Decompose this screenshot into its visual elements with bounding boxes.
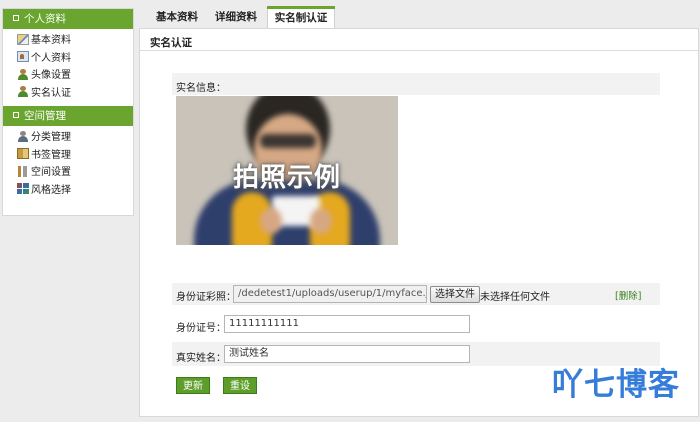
photo-hand-left: [260, 208, 282, 234]
real-name-input[interactable]: 测试姓名: [224, 345, 470, 363]
palette-icon: [17, 183, 29, 194]
sidebar-item-avatar[interactable]: 头像设置: [3, 67, 133, 85]
sidebar-item-label: 基本资料: [31, 35, 71, 46]
photo-glasses: [260, 134, 316, 148]
real-name-info-label: 实名信息：: [176, 83, 226, 94]
sidebar-item-label: 头像设置: [31, 70, 71, 81]
panel-title: 实名认证: [150, 37, 192, 49]
section-bullet-icon: [13, 15, 19, 21]
sidebar-list-space: 分类管理 书签管理 空间设置 风格选择: [3, 126, 133, 203]
user-verify-icon: [17, 86, 29, 97]
id-photo-label: 身份证彩照：: [176, 292, 236, 303]
id-card-icon: [17, 51, 29, 62]
sidebar-item-label: 书签管理: [31, 149, 71, 161]
sidebar-item-label: 风格选择: [31, 184, 71, 196]
sidebar-item-category[interactable]: 分类管理: [3, 129, 133, 147]
photo-caption: 拍照示例: [232, 163, 341, 193]
sidebar-item-label: 空间设置: [31, 167, 71, 178]
id-number-label: 身份证号：: [176, 323, 226, 334]
sidebar-item-verification[interactable]: 实名认证: [3, 85, 133, 103]
tools-icon: [17, 165, 29, 177]
sidebar-item-basic-info[interactable]: 基本资料: [3, 32, 133, 50]
sidebar: 个人资料 基本资料 个人资料 头像设置 实名认证 空间管理 分类管理 书签管理 …: [2, 8, 134, 216]
sidebar-section-header-space[interactable]: 空间管理: [3, 106, 133, 126]
photo-hand-right: [310, 208, 332, 234]
sample-photo: 拍照示例: [176, 96, 398, 245]
id-photo-path-field[interactable]: /dedetest1/uploads/userup/1/myface.jpg: [233, 285, 427, 303]
tab-basic-info[interactable]: 基本资料: [148, 6, 206, 28]
divider: [140, 50, 698, 51]
sidebar-item-label: 实名认证: [31, 87, 71, 99]
info-row-bg: [172, 73, 660, 95]
sidebar-item-personal-info[interactable]: 个人资料: [3, 50, 133, 68]
sidebar-item-style[interactable]: 风格选择: [3, 182, 133, 200]
tab-detail-info[interactable]: 详细资料: [208, 6, 264, 28]
users-icon: [17, 130, 29, 142]
sidebar-item-label: 分类管理: [31, 132, 71, 143]
id-number-input[interactable]: 11111111111: [224, 315, 470, 333]
sidebar-list-profile: 基本资料 个人资料 头像设置 实名认证: [3, 29, 133, 106]
sidebar-item-label: 个人资料: [31, 52, 71, 64]
update-button[interactable]: 更新: [176, 377, 210, 394]
sidebar-item-space-settings[interactable]: 空间设置: [3, 164, 133, 182]
bookmark-icon: [17, 148, 29, 159]
delete-link[interactable]: [删除]: [615, 288, 641, 302]
section-title: 个人资料: [24, 13, 66, 25]
watermark-logo: 吖七博客: [552, 367, 680, 403]
real-name-label: 真实姓名：: [176, 353, 226, 364]
sidebar-item-bookmarks[interactable]: 书签管理: [3, 147, 133, 165]
choose-file-button[interactable]: 选择文件: [430, 286, 480, 303]
section-bullet-icon: [13, 112, 19, 118]
edit-icon: [17, 33, 29, 45]
sidebar-section-header-profile[interactable]: 个人资料: [3, 9, 133, 29]
tab-real-name-verification[interactable]: 实名制认证: [267, 6, 335, 29]
reset-button[interactable]: 重设: [223, 377, 257, 394]
section-title: 空间管理: [24, 110, 66, 122]
avatar-icon: [17, 68, 29, 80]
no-file-text: 未选择任何文件: [480, 292, 550, 303]
